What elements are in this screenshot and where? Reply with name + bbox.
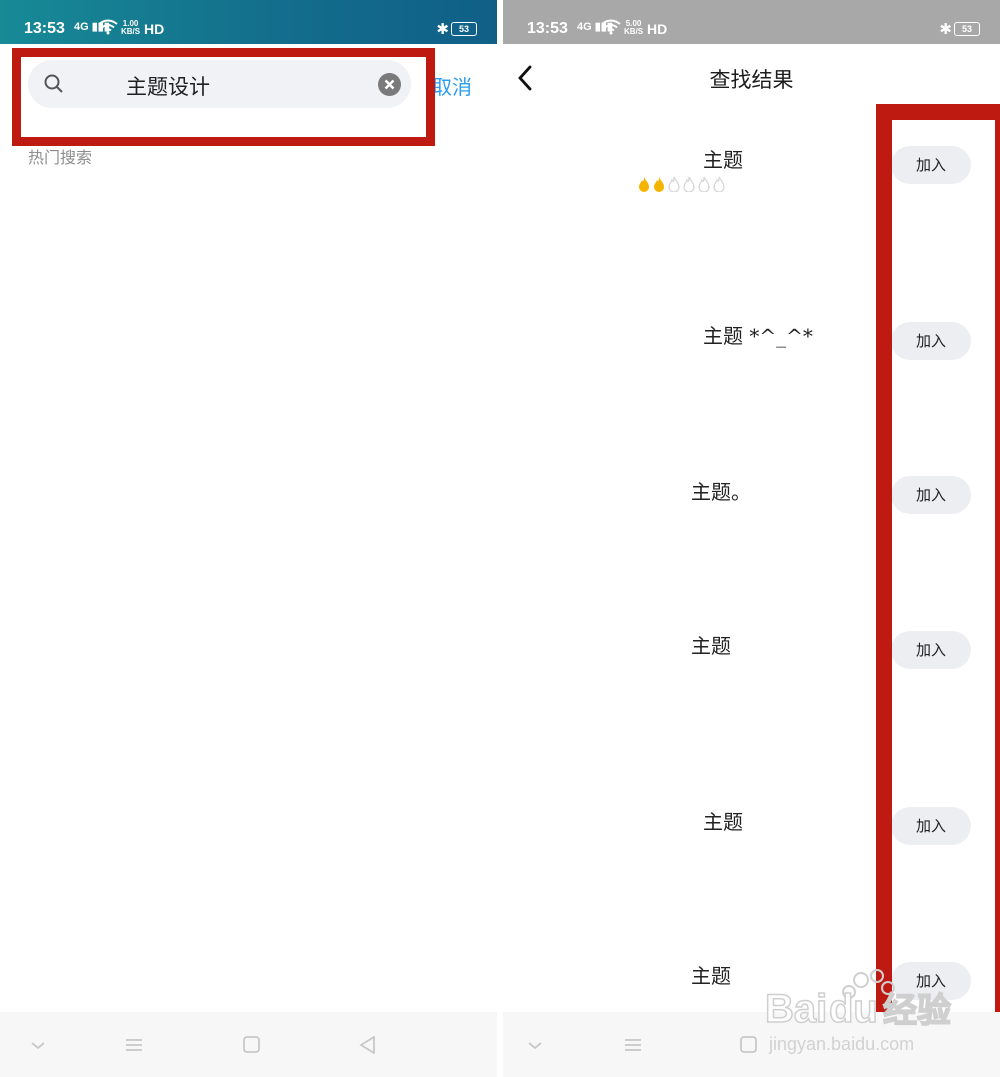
fire-icon (698, 176, 710, 192)
annotation-box-search (12, 48, 435, 146)
status-bar: 13:53 4G ▮▮▮ 1.00 KB/S HD ✱ 53 (0, 0, 497, 44)
watermark-brand: Bai (765, 987, 827, 1031)
speed-unit: KB/S (121, 27, 141, 36)
nav-menu-icon[interactable] (124, 1036, 144, 1054)
fire-icon (683, 176, 695, 192)
wifi-icon (601, 19, 621, 35)
battery-icon: 53 (451, 22, 477, 36)
search-screen: 13:53 4G ▮▮▮ 1.00 KB/S HD ✱ 53 主题设计 取消 热门… (0, 0, 497, 1077)
network-type: 4G (577, 21, 592, 33)
hd-indicator: HD (144, 21, 165, 37)
result-name[interactable]: 主题 (703, 806, 743, 835)
result-name[interactable]: 主题 (691, 960, 731, 989)
network-type: 4G (74, 21, 89, 33)
battery-icon: 53 (954, 22, 980, 36)
result-name[interactable]: 主题 (691, 630, 731, 659)
bluetooth-icon: ✱ (436, 20, 449, 38)
result-name[interactable]: 主题 *^_^* (703, 320, 813, 349)
annotation-box-join (876, 104, 1000, 1042)
fire-icon (639, 177, 649, 192)
hot-search-heading: 热门搜索 (28, 148, 93, 167)
nav-home-icon[interactable] (739, 1036, 759, 1054)
speed-unit: KB/S (624, 27, 644, 36)
net-speed: 1.00 KB/S (121, 20, 140, 36)
net-speed: 5.00 KB/S (624, 20, 643, 36)
cancel-button[interactable]: 取消 (432, 71, 472, 100)
bluetooth-icon: ✱ (939, 20, 952, 38)
fire-icon (713, 176, 725, 192)
fire-icon (654, 177, 664, 192)
results-screen: 13:53 4G ▮▮▮ 5.00 KB/S HD ✱ 53 查找结果 主题 加入… (503, 0, 1000, 1077)
status-time: 13:53 (24, 20, 65, 37)
result-name[interactable]: 主题 (703, 144, 743, 173)
nav-down-icon[interactable] (28, 1036, 48, 1054)
fire-rating (638, 176, 728, 196)
status-bar: 13:53 4G ▮▮▮ 5.00 KB/S HD ✱ 53 (503, 0, 1000, 44)
wifi-icon (98, 19, 118, 35)
status-time: 13:53 (527, 20, 568, 37)
watermark-brand-du: du (829, 987, 878, 1031)
watermark-url: jingyan.baidu.com (768, 1034, 914, 1054)
baidu-jingyan-watermark: Bai du 经验 jingyan.baidu.com (765, 969, 952, 1054)
nav-back-icon[interactable] (358, 1036, 378, 1054)
nav-home-icon[interactable] (242, 1036, 262, 1054)
nav-menu-icon[interactable] (623, 1036, 643, 1054)
result-name[interactable]: 主题。 (691, 476, 751, 505)
hd-indicator: HD (647, 21, 668, 37)
fire-icon (668, 176, 680, 192)
page-title: 查找结果 (709, 68, 794, 92)
nav-bar (0, 1012, 497, 1077)
watermark-brand-cn: 经验 (883, 991, 951, 1031)
nav-down-icon[interactable] (525, 1036, 545, 1054)
